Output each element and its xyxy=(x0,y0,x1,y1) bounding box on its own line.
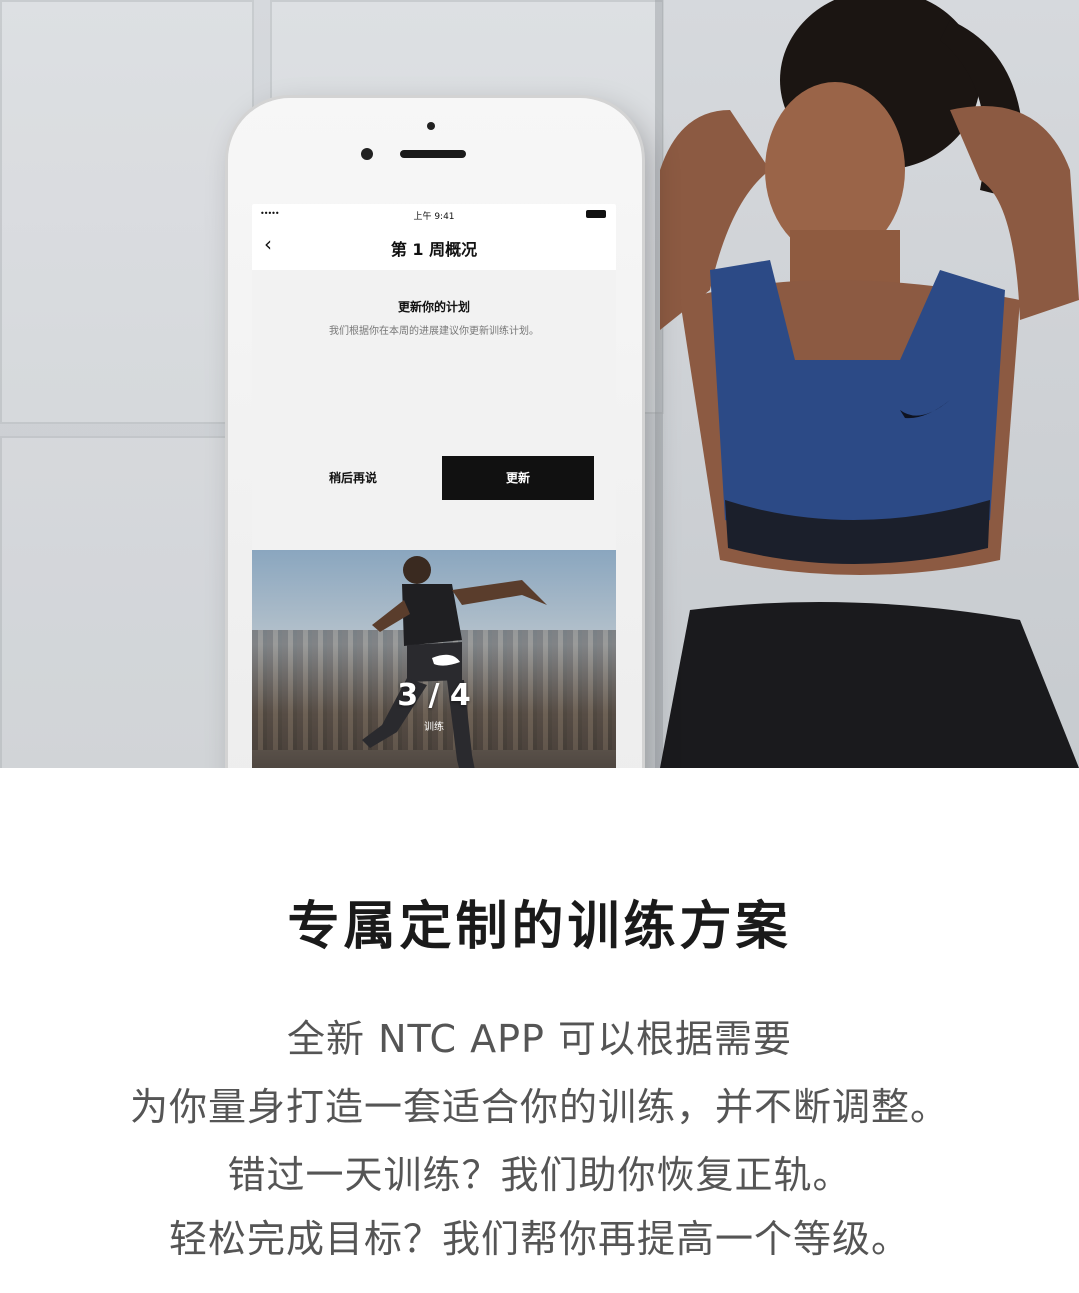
promo-line: 错过一天训练？我们助你恢复正轨。 xyxy=(227,1153,852,1197)
hero-photo: ••••• 上午 9:41 ‹ 第 1 周概况 更新你的计划 我们根据你在本周的… xyxy=(0,0,1079,768)
phone-sensor xyxy=(427,122,435,130)
plan-update-panel: 更新你的计划 我们根据你在本周的进展建议你更新训练计划。 稍后再说 更新 xyxy=(252,270,616,550)
status-time: 上午 9:41 xyxy=(413,212,455,222)
wall-panel xyxy=(0,0,254,424)
phone-screen: ••••• 上午 9:41 ‹ 第 1 周概况 更新你的计划 我们根据你在本周的… xyxy=(252,204,616,768)
phone-camera xyxy=(361,148,373,160)
workout-card[interactable]: 3 / 4 训练 105 分钟 xyxy=(252,550,616,768)
workouts-count: 3 / 4 xyxy=(397,678,471,713)
phone-mockup: ••••• 上午 9:41 ‹ 第 1 周概况 更新你的计划 我们根据你在本周的… xyxy=(228,98,642,768)
page-title: 第 1 周概况 xyxy=(390,240,478,259)
promo-headline: 专属定制的训练方案 xyxy=(287,897,792,957)
promo-line: 轻松完成目标？我们帮你再提高一个等级。 xyxy=(168,1217,910,1261)
plan-subtitle: 我们根据你在本周的进展建议你更新训练计划。 xyxy=(329,326,539,337)
later-button[interactable]: 稍后再说 xyxy=(278,456,428,500)
plan-title: 更新你的计划 xyxy=(397,300,470,314)
model-figure xyxy=(660,0,1079,768)
status-bar: ••••• 上午 9:41 xyxy=(252,204,616,224)
nav-bar: ‹ 第 1 周概况 xyxy=(252,224,616,270)
phone-speaker xyxy=(400,150,466,158)
battery-icon xyxy=(586,210,606,218)
workouts-label: 训练 xyxy=(424,722,444,733)
wall-panel xyxy=(0,436,254,768)
athlete-figure xyxy=(362,556,547,768)
update-button[interactable]: 更新 xyxy=(442,456,594,500)
promo-line: 为你量身打造一套适合你的训练，并不断调整。 xyxy=(129,1085,949,1129)
promo-line: 全新 NTC APP 可以根据需要 xyxy=(286,1017,792,1061)
